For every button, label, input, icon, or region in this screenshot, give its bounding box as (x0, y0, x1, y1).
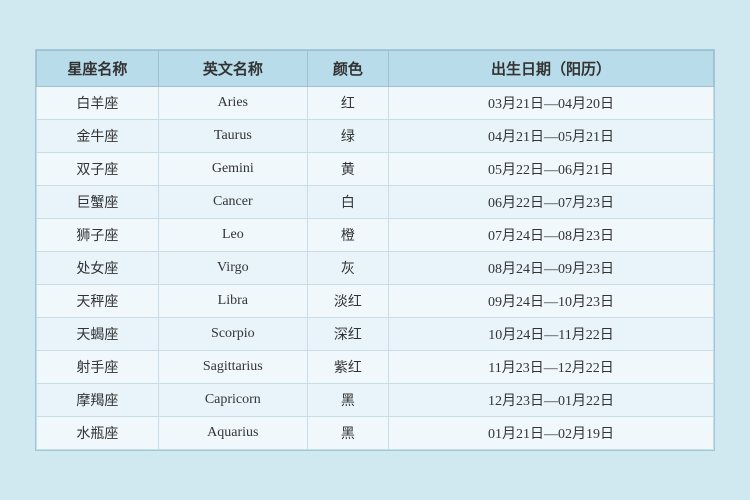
cell-birth-date: 10月24日—11月22日 (389, 318, 714, 351)
table-row: 天秤座Libra淡红09月24日—10月23日 (37, 285, 714, 318)
zodiac-table-container: 星座名称 英文名称 颜色 出生日期（阳历） 白羊座Aries红03月21日—04… (35, 49, 715, 451)
table-row: 摩羯座Capricorn黑12月23日—01月22日 (37, 384, 714, 417)
table-row: 狮子座Leo橙07月24日—08月23日 (37, 219, 714, 252)
cell-english-name: Capricorn (158, 384, 307, 417)
cell-color: 紫红 (307, 351, 388, 384)
cell-birth-date: 07月24日—08月23日 (389, 219, 714, 252)
cell-english-name: Gemini (158, 153, 307, 186)
cell-birth-date: 06月22日—07月23日 (389, 186, 714, 219)
cell-color: 绿 (307, 120, 388, 153)
cell-english-name: Virgo (158, 252, 307, 285)
cell-color: 白 (307, 186, 388, 219)
cell-color: 橙 (307, 219, 388, 252)
cell-english-name: Aquarius (158, 417, 307, 450)
header-color: 颜色 (307, 51, 388, 87)
table-row: 天蝎座Scorpio深红10月24日—11月22日 (37, 318, 714, 351)
cell-chinese-name: 白羊座 (37, 87, 159, 120)
cell-english-name: Scorpio (158, 318, 307, 351)
cell-birth-date: 04月21日—05月21日 (389, 120, 714, 153)
cell-color: 灰 (307, 252, 388, 285)
table-row: 处女座Virgo灰08月24日—09月23日 (37, 252, 714, 285)
cell-birth-date: 05月22日—06月21日 (389, 153, 714, 186)
header-english-name: 英文名称 (158, 51, 307, 87)
cell-color: 淡红 (307, 285, 388, 318)
cell-chinese-name: 水瓶座 (37, 417, 159, 450)
cell-birth-date: 12月23日—01月22日 (389, 384, 714, 417)
table-row: 双子座Gemini黄05月22日—06月21日 (37, 153, 714, 186)
cell-birth-date: 09月24日—10月23日 (389, 285, 714, 318)
header-birth-date: 出生日期（阳历） (389, 51, 714, 87)
cell-birth-date: 01月21日—02月19日 (389, 417, 714, 450)
header-chinese-name: 星座名称 (37, 51, 159, 87)
cell-english-name: Leo (158, 219, 307, 252)
cell-chinese-name: 摩羯座 (37, 384, 159, 417)
cell-chinese-name: 处女座 (37, 252, 159, 285)
cell-english-name: Cancer (158, 186, 307, 219)
table-header-row: 星座名称 英文名称 颜色 出生日期（阳历） (37, 51, 714, 87)
table-row: 射手座Sagittarius紫红11月23日—12月22日 (37, 351, 714, 384)
cell-chinese-name: 双子座 (37, 153, 159, 186)
cell-english-name: Libra (158, 285, 307, 318)
cell-chinese-name: 射手座 (37, 351, 159, 384)
cell-chinese-name: 天秤座 (37, 285, 159, 318)
cell-color: 红 (307, 87, 388, 120)
table-row: 水瓶座Aquarius黑01月21日—02月19日 (37, 417, 714, 450)
cell-chinese-name: 巨蟹座 (37, 186, 159, 219)
cell-english-name: Aries (158, 87, 307, 120)
cell-chinese-name: 狮子座 (37, 219, 159, 252)
cell-color: 黄 (307, 153, 388, 186)
table-body: 白羊座Aries红03月21日—04月20日金牛座Taurus绿04月21日—0… (37, 87, 714, 450)
cell-english-name: Taurus (158, 120, 307, 153)
cell-color: 黑 (307, 384, 388, 417)
cell-english-name: Sagittarius (158, 351, 307, 384)
table-row: 金牛座Taurus绿04月21日—05月21日 (37, 120, 714, 153)
cell-chinese-name: 金牛座 (37, 120, 159, 153)
zodiac-table: 星座名称 英文名称 颜色 出生日期（阳历） 白羊座Aries红03月21日—04… (36, 50, 714, 450)
cell-birth-date: 11月23日—12月22日 (389, 351, 714, 384)
cell-color: 深红 (307, 318, 388, 351)
table-row: 白羊座Aries红03月21日—04月20日 (37, 87, 714, 120)
cell-birth-date: 08月24日—09月23日 (389, 252, 714, 285)
table-row: 巨蟹座Cancer白06月22日—07月23日 (37, 186, 714, 219)
cell-color: 黑 (307, 417, 388, 450)
cell-birth-date: 03月21日—04月20日 (389, 87, 714, 120)
cell-chinese-name: 天蝎座 (37, 318, 159, 351)
